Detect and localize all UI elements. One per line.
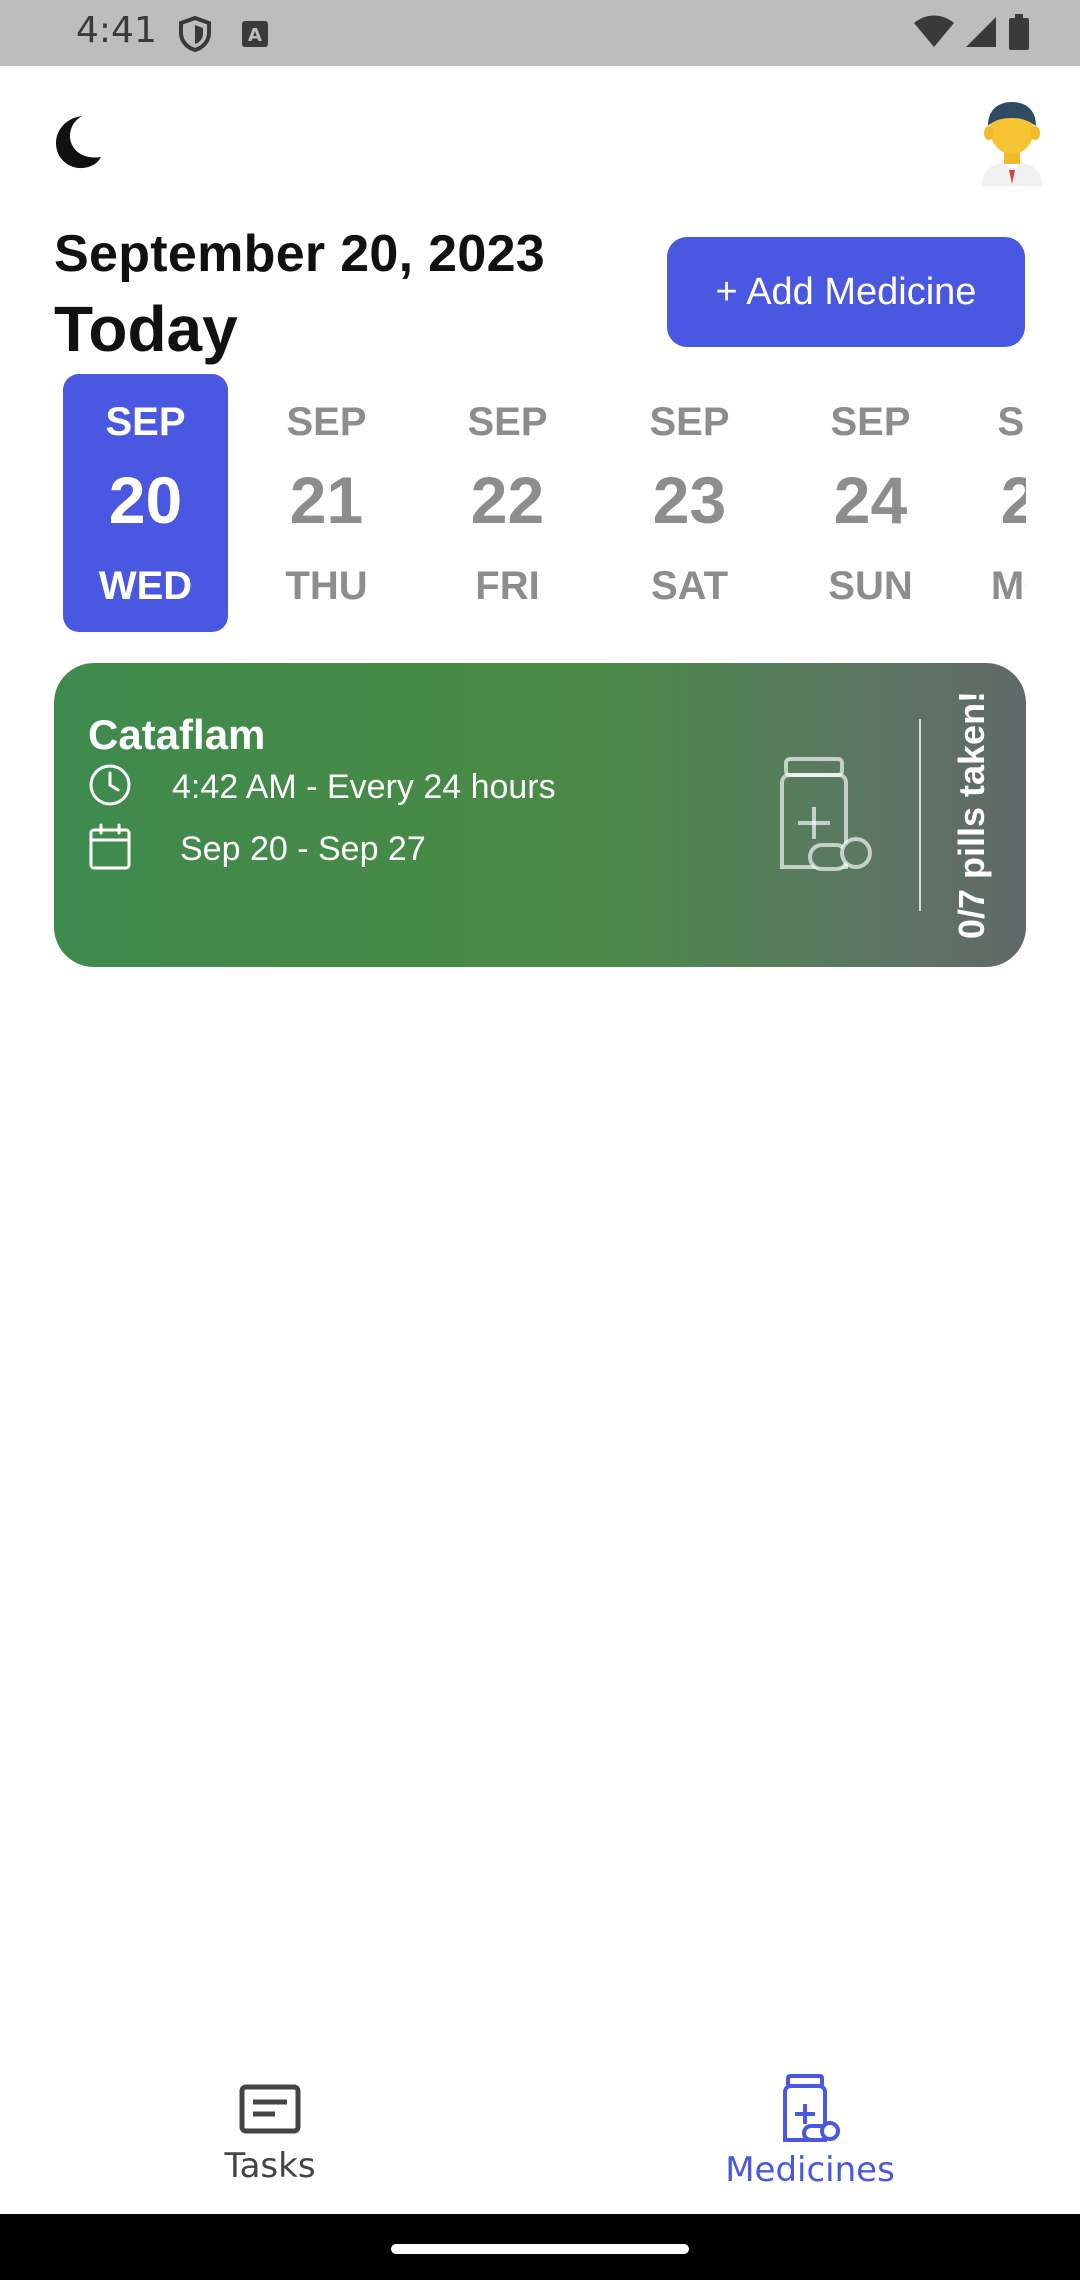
status-bar: 4:41 A (0, 0, 1080, 66)
date-weekday: SUN (828, 564, 913, 608)
nav-label-tasks: Tasks (224, 2146, 316, 2186)
date-weekday: MON (990, 564, 1026, 608)
date-item-sep-24[interactable]: SEP 24 SUN (788, 374, 953, 632)
current-date: September 20, 2023 (54, 225, 546, 283)
date-day: 21 (289, 463, 364, 537)
medicine-card[interactable]: Cataflam 4:42 AM - Every 24 hours Sep 20… (54, 663, 1026, 967)
medicine-schedule: 4:42 AM - Every 24 hours (172, 768, 556, 806)
nav-item-tasks[interactable]: Tasks (120, 2050, 420, 2214)
date-item-sep-20[interactable]: SEP 20 WED (63, 374, 228, 632)
signal-icon (964, 15, 998, 54)
date-month: SEP (649, 400, 730, 444)
date-month: SEP (105, 400, 186, 444)
date-day: 25 (1000, 463, 1026, 537)
nav-item-medicines[interactable]: Medicines (660, 2050, 960, 2214)
moon-icon[interactable] (52, 114, 102, 170)
date-weekday: WED (98, 564, 193, 608)
date-item-sep-21[interactable]: SEP 21 THU (244, 374, 409, 632)
date-item-sep-25[interactable]: SEP 25 MON (955, 374, 1026, 632)
shield-icon (178, 15, 212, 57)
date-month: SEP (997, 400, 1026, 444)
status-time: 4:41 (76, 10, 157, 51)
status-left-icons: A (178, 15, 270, 57)
date-strip[interactable]: SEP 20 WED SEP 21 THU SEP 22 FRI SEP 23 … (0, 372, 1026, 634)
medicine-bottle-icon (774, 755, 874, 875)
medicines-icon (780, 2074, 840, 2149)
status-right-icons (914, 14, 1030, 55)
svg-text:A: A (248, 25, 262, 46)
medicine-date-range: Sep 20 - Sep 27 (180, 830, 426, 868)
a-box-icon: A (240, 19, 270, 54)
date-month: SEP (286, 400, 367, 444)
date-month: SEP (830, 400, 911, 444)
doctor-avatar[interactable] (976, 100, 1048, 186)
gesture-bar (0, 2214, 1080, 2280)
tasks-icon (239, 2084, 301, 2139)
medicine-name: Cataflam (88, 711, 266, 758)
date-weekday: FRI (475, 564, 540, 608)
date-day: 20 (108, 463, 183, 537)
date-weekday: SAT (650, 564, 729, 608)
medicine-date-row: Sep 20 - Sep 27 (88, 823, 426, 876)
date-day: 24 (833, 463, 908, 537)
bottom-nav: Tasks Medicines (0, 2050, 1080, 2214)
calendar-icon (88, 823, 132, 876)
home-gesture-handle[interactable] (391, 2244, 689, 2254)
date-day: 22 (470, 463, 545, 537)
clock-icon (88, 763, 132, 812)
nav-label-medicines: Medicines (725, 2150, 895, 2190)
date-item-sep-22[interactable]: SEP 22 FRI (425, 374, 590, 632)
card-divider (919, 719, 921, 911)
today-label: Today (54, 293, 238, 365)
date-weekday: THU (285, 564, 368, 608)
date-day: 23 (652, 463, 727, 537)
add-medicine-button[interactable]: + Add Medicine (667, 237, 1025, 347)
date-item-sep-23[interactable]: SEP 23 SAT (607, 374, 772, 632)
medicine-schedule-row: 4:42 AM - Every 24 hours (88, 763, 556, 812)
date-month: SEP (467, 400, 548, 444)
battery-icon (1008, 14, 1030, 55)
wifi-icon (914, 15, 954, 54)
pills-taken-label: 0/7 pills taken! (951, 690, 992, 940)
